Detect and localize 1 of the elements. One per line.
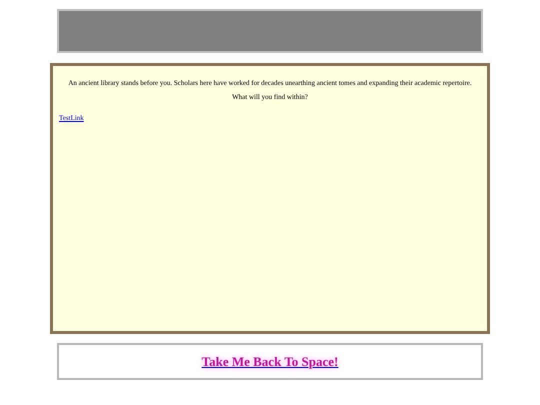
back-link[interactable]: Take Me Back To Space! <box>202 352 338 372</box>
